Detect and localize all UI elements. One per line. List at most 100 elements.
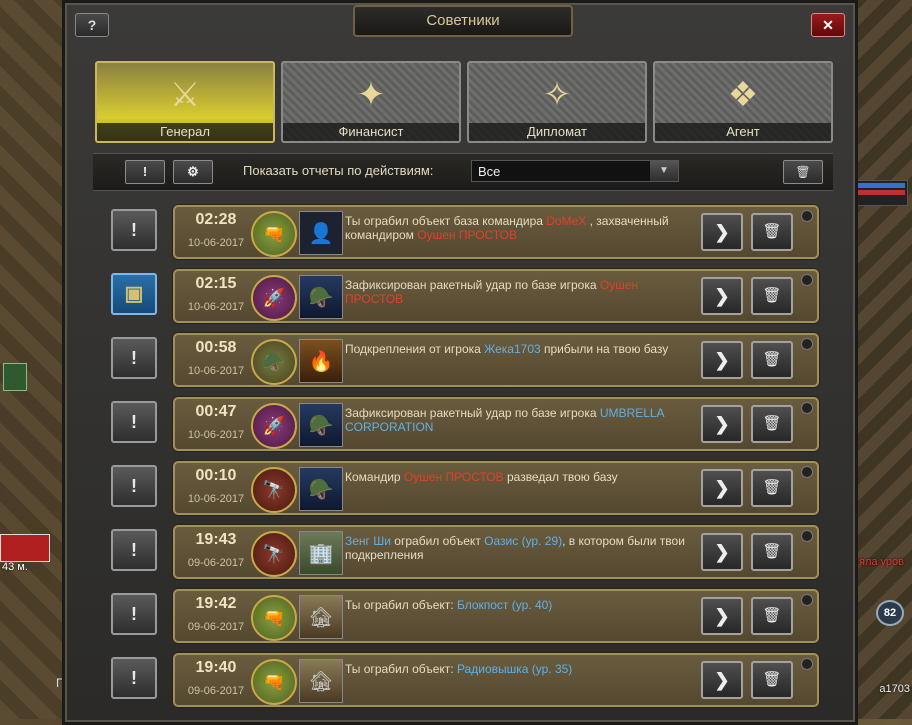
open-report-button[interactable]: ❯ <box>701 341 743 379</box>
delete-report-button[interactable]: 🗑 <box>751 469 793 507</box>
report-message: Зафиксирован ракетный удар по базе игрок… <box>345 406 695 434</box>
report-time: 00:47 <box>195 403 237 420</box>
alert-button[interactable]: ! <box>111 401 157 443</box>
report-avatar[interactable]: 🔥 <box>299 339 343 383</box>
report-time: 19:42 <box>195 595 237 612</box>
tab-diplomat[interactable]: ✧ Дипломат <box>467 61 647 143</box>
report-list: ! 02:28 10-06-2017 🔫 👤 Ты ограбил объект база… <box>93 201 833 713</box>
delete-report-button[interactable]: 🗑 <box>751 597 793 635</box>
alert-button[interactable]: ! <box>111 337 157 379</box>
laptop-emblem-icon: ❖ <box>727 76 759 114</box>
report-avatar[interactable]: 🪖 <box>299 403 343 447</box>
message-text: разведал твою базу <box>503 470 618 484</box>
help-button[interactable]: ? <box>75 13 109 37</box>
delete-report-button[interactable]: 🗑 <box>751 213 793 251</box>
report-card: 00:47 10-06-2017 🚀 🪖 Зафиксирован ракетный у… <box>173 397 819 451</box>
report-type-medal-icon: 🔫 <box>251 659 297 705</box>
open-report-button[interactable]: ❯ <box>701 277 743 315</box>
message-link[interactable]: Оазис (ур. 29) <box>484 534 562 548</box>
report-avatar[interactable]: 🪖 <box>299 467 343 511</box>
delete-report-button[interactable]: 🗑 <box>751 405 793 443</box>
report-avatar[interactable]: 🏚 <box>299 595 343 639</box>
message-text: Зафиксирован ракетный удар по базе игрок… <box>345 406 600 420</box>
tab-general[interactable]: ⚔ Генерал <box>95 61 275 143</box>
alert-filter-button[interactable]: ! <box>125 160 165 184</box>
message-link[interactable]: Оушен ПРОСТОВ <box>417 228 517 242</box>
unread-indicator-icon <box>801 530 813 542</box>
message-link[interactable]: Радиовышка (ур. 35) <box>457 662 572 676</box>
tank-emblem-icon: ⚔ <box>169 76 201 114</box>
tab-label: Дипломат <box>469 123 645 141</box>
open-report-button[interactable]: ❯ <box>701 405 743 443</box>
message-link[interactable]: Блокпост (ур. 40) <box>457 598 552 612</box>
tab-financier[interactable]: ✦ Финансист <box>281 61 461 143</box>
settings-button[interactable]: ⚙ <box>173 160 213 184</box>
message-link[interactable]: Зенг Ши <box>345 534 391 548</box>
open-report-button[interactable]: ❯ <box>701 533 743 571</box>
report-type-medal-icon: 🔫 <box>251 595 297 641</box>
report-avatar[interactable]: 🪖 <box>299 275 343 319</box>
alert-button[interactable]: ! <box>111 593 157 635</box>
delete-report-button[interactable]: 🗑 <box>751 533 793 571</box>
report-avatar[interactable]: 👤 <box>299 211 343 255</box>
message-text: ограбил объект <box>390 534 485 548</box>
message-text: Ты ограбил объект база командира <box>345 214 547 228</box>
tab-agent[interactable]: ❖ Агент <box>653 61 833 143</box>
player-level-badge: 82 <box>876 600 904 626</box>
report-card: 19:43 09-06-2017 🔭 🏢 Зенг Ши ограбил объект … <box>173 525 819 579</box>
report-type-medal-icon: 🪖 <box>251 339 297 385</box>
tab-label: Финансист <box>283 123 459 141</box>
message-link[interactable]: Оушен ПРОСТОВ <box>404 470 504 484</box>
message-text: прибыли на твою базу <box>540 342 669 356</box>
report-type-medal-icon: 🔫 <box>251 211 297 257</box>
delete-report-button[interactable]: 🗑 <box>751 341 793 379</box>
report-row: ! 00:10 10-06-2017 🔭 🪖 Командир Оушен ПРОСТОВ… <box>93 457 833 521</box>
message-link[interactable]: Жека1703 <box>484 342 541 356</box>
open-report-button[interactable]: ❯ <box>701 213 743 251</box>
unread-indicator-icon <box>801 594 813 606</box>
flag-icon[interactable] <box>0 534 50 562</box>
report-date: 09-06-2017 <box>187 557 245 569</box>
unread-indicator-icon <box>801 658 813 670</box>
delete-report-button[interactable]: 🗑 <box>751 277 793 315</box>
report-date: 10-06-2017 <box>187 493 245 505</box>
ammo-crate-button[interactable]: ▣ <box>111 273 157 315</box>
report-type-medal-icon: 🚀 <box>251 403 297 449</box>
report-message: Зафиксирован ракетный удар по базе игрок… <box>345 278 695 306</box>
open-report-button[interactable]: ❯ <box>701 597 743 635</box>
delete-all-button[interactable]: 🗑 <box>783 160 823 184</box>
delete-report-button[interactable]: 🗑 <box>751 661 793 699</box>
unread-indicator-icon <box>801 274 813 286</box>
player-name: a1703 <box>879 683 910 695</box>
report-type-medal-icon: 🚀 <box>251 275 297 321</box>
report-row: ! 00:58 10-06-2017 🪖 🔥 Подкрепления от игрока… <box>93 329 833 393</box>
report-row: ! 02:28 10-06-2017 🔫 👤 Ты ограбил объект база… <box>93 201 833 265</box>
message-text: Подкрепления от игрока <box>345 342 485 356</box>
open-report-button[interactable]: ❯ <box>701 469 743 507</box>
report-time: 00:58 <box>195 339 237 356</box>
report-message: Ты ограбил объект база командира DoMeX ,… <box>345 214 695 242</box>
report-time: 02:28 <box>195 211 237 228</box>
report-time: 19:43 <box>195 531 237 548</box>
report-time: 02:15 <box>195 275 237 292</box>
distance-label: 43 м. <box>2 561 28 573</box>
money-emblem-icon: ✦ <box>356 76 386 114</box>
report-message: Зенг Ши ограбил объект Оазис (ур. 29), в… <box>345 534 695 562</box>
message-text: Ты ограбил объект: <box>345 598 457 612</box>
shield-icon[interactable] <box>3 363 27 391</box>
report-type-medal-icon: 🔭 <box>251 531 297 577</box>
message-link[interactable]: DoMeX <box>546 214 586 228</box>
open-report-button[interactable]: ❯ <box>701 661 743 699</box>
alert-button[interactable]: ! <box>111 529 157 571</box>
alert-button[interactable]: ! <box>111 657 157 699</box>
action-filter-select[interactable]: Все ▼ <box>471 160 679 182</box>
background-tag: няла уров <box>852 556 904 568</box>
alert-button[interactable]: ! <box>111 465 157 507</box>
window-title: Советники <box>353 5 573 37</box>
close-button[interactable]: ✕ <box>811 13 845 37</box>
report-avatar[interactable]: 🏢 <box>299 531 343 575</box>
alert-button[interactable]: ! <box>111 209 157 251</box>
tab-label: Агент <box>655 123 831 141</box>
report-avatar[interactable]: 🏚 <box>299 659 343 703</box>
handshake-emblem-icon: ✧ <box>542 76 572 114</box>
